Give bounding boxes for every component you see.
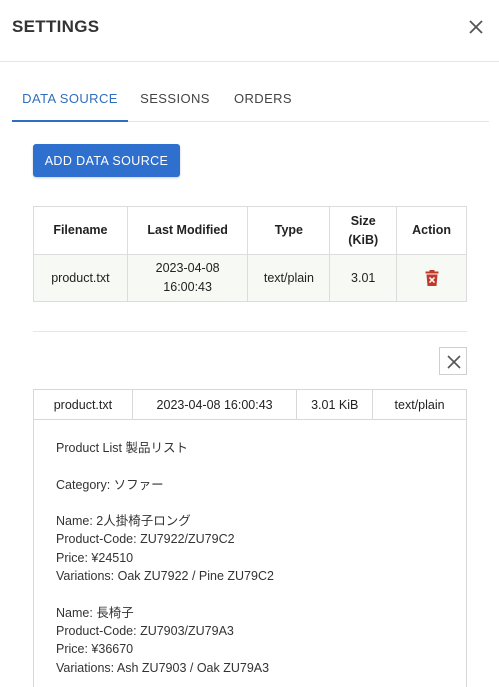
content-line [56,457,444,475]
preview-filename: product.txt [33,389,133,420]
content-line: Product-Code: ZU7903/ZU79A3 [56,623,234,638]
preview-meta-row: product.txt 2023-04-08 16:00:43 3.01 KiB… [33,389,467,420]
close-icon [447,355,461,369]
content-line: Product-Code: ZU7922/ZU79C2 [56,532,235,547]
table-row[interactable]: product.txt 2023-04-08 16:00:43 text/pla… [33,254,467,302]
content-line: Price: ¥24510 [56,550,134,565]
settings-header: SETTINGS [0,0,499,62]
content-line: Name: 2人掛椅子ロング [56,514,191,529]
column-header-action: Action [396,206,467,255]
cell-time: 16:00:43 [163,280,212,294]
cell-date: 2023-04-08 [155,261,220,275]
tab-sessions[interactable]: SESSIONS [136,64,214,122]
cell-type: text/plain [247,254,331,302]
add-data-source-button[interactable]: ADD DATA SOURCE [33,144,180,177]
preview-type: text/plain [372,389,467,420]
files-table: Filename Last Modified Type Size (KiB) A… [33,206,467,302]
page-title: SETTINGS [12,17,100,36]
content-line: Price: ¥36670 [56,642,134,657]
size-header-line2: (KiB) [348,232,379,247]
table-header-row: Filename Last Modified Type Size (KiB) A… [33,206,467,255]
trash-icon[interactable] [425,270,439,287]
column-header-filename: Filename [33,206,128,255]
cell-filename: product.txt [33,254,128,302]
content-line: Name: 長椅子 [56,605,134,620]
preview-meta-table: product.txt 2023-04-08 16:00:43 3.01 KiB… [33,389,467,420]
column-header-size: Size (KiB) [329,206,398,255]
content-line: Category: ソファー [56,477,164,492]
preview-size: 3.01 KiB [296,389,374,420]
cell-size: 3.01 [329,254,398,302]
preview-modified: 2023-04-08 16:00:43 [131,389,298,420]
file-content-preview: Product List 製品リスト Category: ソファー Name: … [33,419,467,687]
content-line: Variations: Oak ZU7922 / Pine ZU79C2 [56,569,274,584]
tab-data-source[interactable]: DATA SOURCE [12,64,128,122]
close-icon[interactable] [467,18,485,36]
column-header-last-modified: Last Modified [126,206,249,255]
size-header-line1: Size [350,213,376,228]
content-line: Product List 製品リスト [56,441,188,455]
content-line: Variations: Ash ZU7903 / Oak ZU79A3 [56,660,270,675]
preview-close-button[interactable] [439,347,467,375]
content-line [56,494,444,512]
tab-bar: DATA SOURCE SESSIONS ORDERS [12,64,489,122]
cell-action [396,254,467,302]
section-divider [33,331,467,332]
tab-orders[interactable]: ORDERS [230,64,296,122]
content-line [56,585,444,603]
column-header-type: Type [247,206,331,255]
cell-last-modified: 2023-04-08 16:00:43 [126,254,249,302]
